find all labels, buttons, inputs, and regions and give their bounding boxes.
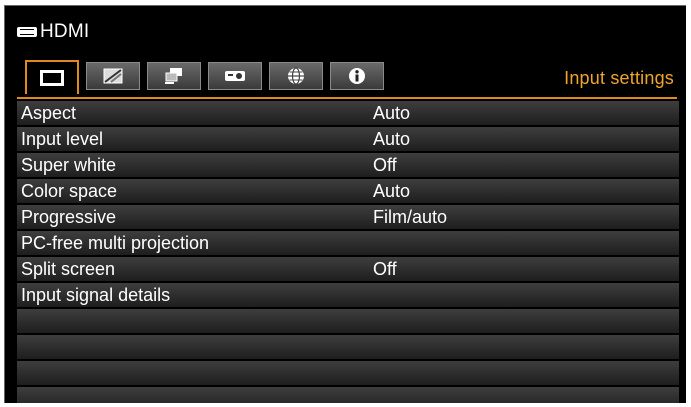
row-label: Aspect [21, 103, 77, 123]
input-source-label: HDMI [40, 21, 90, 42]
row-value: Off [373, 155, 397, 175]
menu-row-pc-free-multi-projection[interactable]: PC-free multi projection [17, 231, 679, 256]
row-label: PC-free multi projection [21, 233, 210, 253]
network-globe-icon [288, 67, 304, 85]
settings-list: Aspect Auto Input level Auto Super white Of… [17, 101, 679, 403]
menu-row-input-signal-details[interactable]: Input signal details [17, 283, 679, 308]
projector-menu-panel: HDMI Input settings Aspect Auto Input le… [4, 5, 686, 403]
menu-row-aspect[interactable]: Aspect Auto [17, 101, 679, 126]
menu-section-title: Input settings [564, 68, 674, 88]
tab-image-adjust[interactable] [25, 60, 79, 94]
row-label: Split screen [21, 259, 116, 279]
projector-settings-icon [225, 71, 245, 81]
row-label: Input signal details [21, 285, 171, 305]
menu-row-empty [17, 361, 679, 386]
menu-row-progressive[interactable]: Progressive Film/auto [17, 205, 679, 230]
menu-row-split-screen[interactable]: Split screen Off [17, 257, 679, 282]
menu-row-empty [17, 387, 679, 403]
row-label: Progressive [21, 207, 117, 227]
row-label: Super white [21, 155, 117, 175]
row-value: Auto [373, 181, 411, 201]
tab-display-settings[interactable] [147, 62, 201, 90]
row-value: Auto [373, 103, 411, 123]
menu-row-input-level[interactable]: Input level Auto [17, 127, 679, 152]
row-label: Color space [21, 181, 118, 201]
menu-row-super-white[interactable]: Super white Off [17, 153, 679, 178]
display-settings-icon [165, 68, 182, 84]
tab-projector-settings[interactable] [208, 62, 262, 90]
image-quality-icon [103, 68, 123, 84]
menu-row-empty [17, 309, 679, 334]
tab-image-quality[interactable] [86, 62, 140, 90]
image-adjust-icon [40, 70, 64, 86]
accent-divider [17, 97, 677, 99]
tab-network[interactable] [269, 62, 323, 90]
row-value: Auto [373, 129, 411, 149]
row-value: Off [373, 259, 397, 279]
hdmi-icon [17, 27, 37, 37]
info-icon [349, 68, 365, 84]
menu-tabs [25, 60, 391, 94]
input-source-indicator: HDMI [17, 20, 89, 44]
menu-row-color-space[interactable]: Color space Auto [17, 179, 679, 204]
row-value: Film/auto [373, 207, 448, 227]
menu-row-empty [17, 335, 679, 360]
tab-information[interactable] [330, 62, 384, 90]
row-label: Input level [21, 129, 104, 149]
